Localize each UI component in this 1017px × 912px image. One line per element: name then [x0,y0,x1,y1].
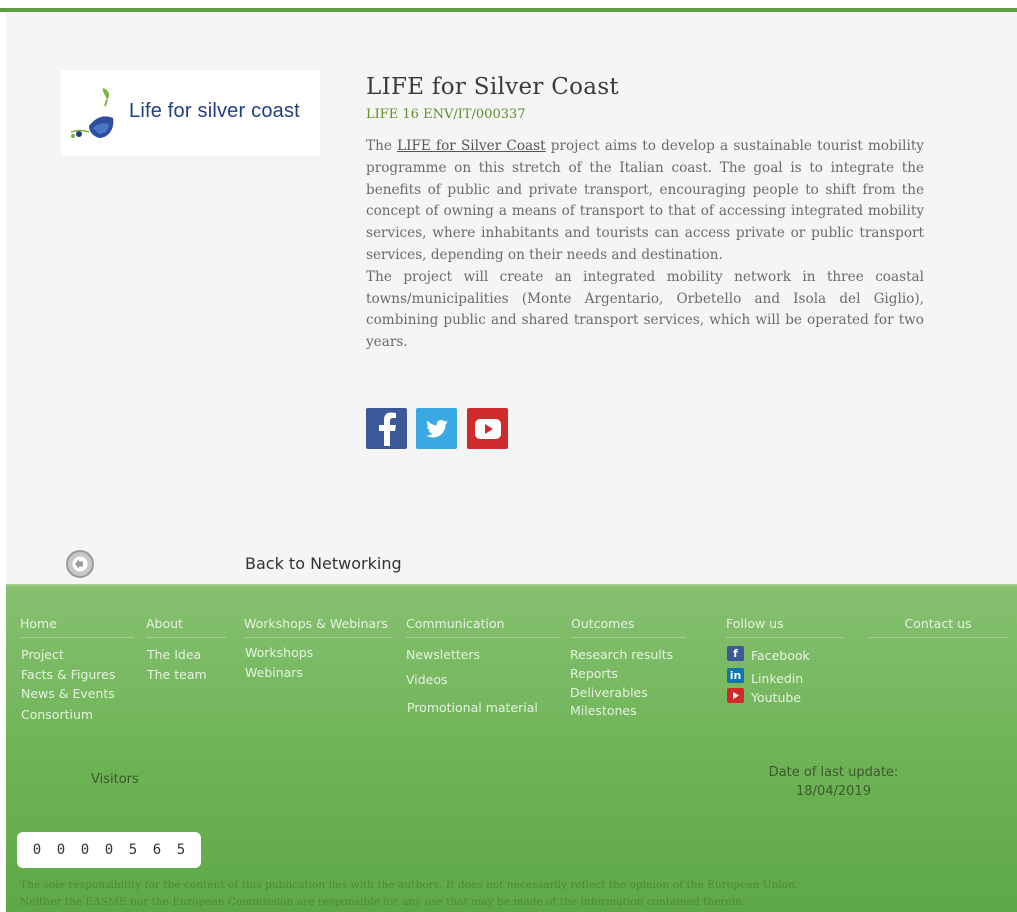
facebook-icon: f [727,646,744,661]
counter-digit: 6 [152,842,162,858]
footer-link-milestones[interactable]: Milestones [570,703,637,718]
counter-digit: 5 [176,842,186,858]
footer-link-workshops[interactable]: Workshops [245,645,313,660]
project-logo: Life for silver coast [61,70,320,156]
last-update: Date of last update: 18/04/2019 [746,763,921,801]
disclaimer-line-1: The sole responsibility for the content … [20,879,799,891]
footer-home-link[interactable]: Home [20,616,134,638]
footer-link-deliverables[interactable]: Deliverables [570,685,648,700]
youtube-icon [474,418,501,439]
footer-link-videos[interactable]: Videos [406,672,448,687]
footer-about-link[interactable]: About [146,616,226,638]
visitor-counter: 0 0 0 0 5 6 5 [17,832,201,868]
footer-link-project[interactable]: Project [21,647,64,662]
project-title: LIFE for Silver Coast [366,74,619,100]
counter-digit: 0 [32,842,42,858]
footer-link-promotional-material[interactable]: Promotional material [407,700,538,715]
visitors-label: Visitors [91,772,139,787]
arrow-left-icon [72,556,88,572]
footer-link-youtube[interactable]: Youtube [751,690,801,705]
logo-emblem-icon [70,88,114,138]
counter-digit: 0 [56,842,66,858]
facebook-icon [378,412,396,446]
twitter-share-button[interactable] [416,408,457,449]
footer-link-the-team[interactable]: The team [147,667,207,682]
site-footer: Home Project Facts & Figures News & Even… [6,584,1017,912]
footer-link-newsletters[interactable]: Newsletters [406,647,480,662]
last-update-label: Date of last update: [768,765,899,780]
back-arrow-icon[interactable] [66,550,94,578]
twitter-icon [425,419,448,437]
footer-link-linkedin[interactable]: Linkedin [751,671,803,686]
project-link[interactable]: LIFE for Silver Coast [397,138,545,154]
logo-wordmark: Life for silver coast [129,100,300,122]
counter-digit: 0 [80,842,90,858]
footer-workshops-webinars-link[interactable]: Workshops & Webinars [244,616,392,638]
eu-disclaimer: The sole responsibility for the content … [20,877,1014,911]
footer-link-research-results[interactable]: Research results [570,647,673,662]
disclaimer-line-2: Neither the EASME nor the European Commi… [20,896,746,908]
counter-digit: 0 [104,842,114,858]
linkedin-icon: in [727,668,744,683]
facebook-share-button[interactable] [366,408,407,449]
footer-contact-us-link[interactable]: Contact us [868,616,1008,638]
footer-link-the-idea[interactable]: The Idea [147,647,201,662]
footer-follow-us-heading: Follow us [726,616,844,638]
youtube-icon [727,688,744,703]
footer-link-reports[interactable]: Reports [570,666,618,681]
footer-link-facts-figures[interactable]: Facts & Figures [21,667,115,682]
footer-link-webinars[interactable]: Webinars [245,665,303,680]
intro-text: project aims to develop a sustainable to… [366,138,924,263]
footer-link-consortium[interactable]: Consortium [21,707,93,722]
project-page: Life for silver coast LIFE for Silver Co… [6,12,1017,584]
footer-outcomes-link[interactable]: Outcomes [571,616,686,638]
description-paragraph-1: The LIFE for Silver Coast project aims t… [366,136,924,267]
project-description: The LIFE for Silver Coast project aims t… [366,136,924,354]
project-code: LIFE 16 ENV/IT/000337 [366,107,526,122]
counter-digit: 5 [128,842,138,858]
last-update-date: 18/04/2019 [796,784,871,799]
youtube-share-button[interactable] [467,408,508,449]
description-paragraph-2: The project will create an integrated mo… [366,268,924,351]
footer-link-news-events[interactable]: News & Events [21,686,115,701]
back-to-networking-link[interactable]: Back to Networking [245,554,402,573]
footer-link-facebook[interactable]: Facebook [751,648,810,663]
intro-prefix: The [366,138,398,154]
footer-communication-link[interactable]: Communication [406,616,561,638]
